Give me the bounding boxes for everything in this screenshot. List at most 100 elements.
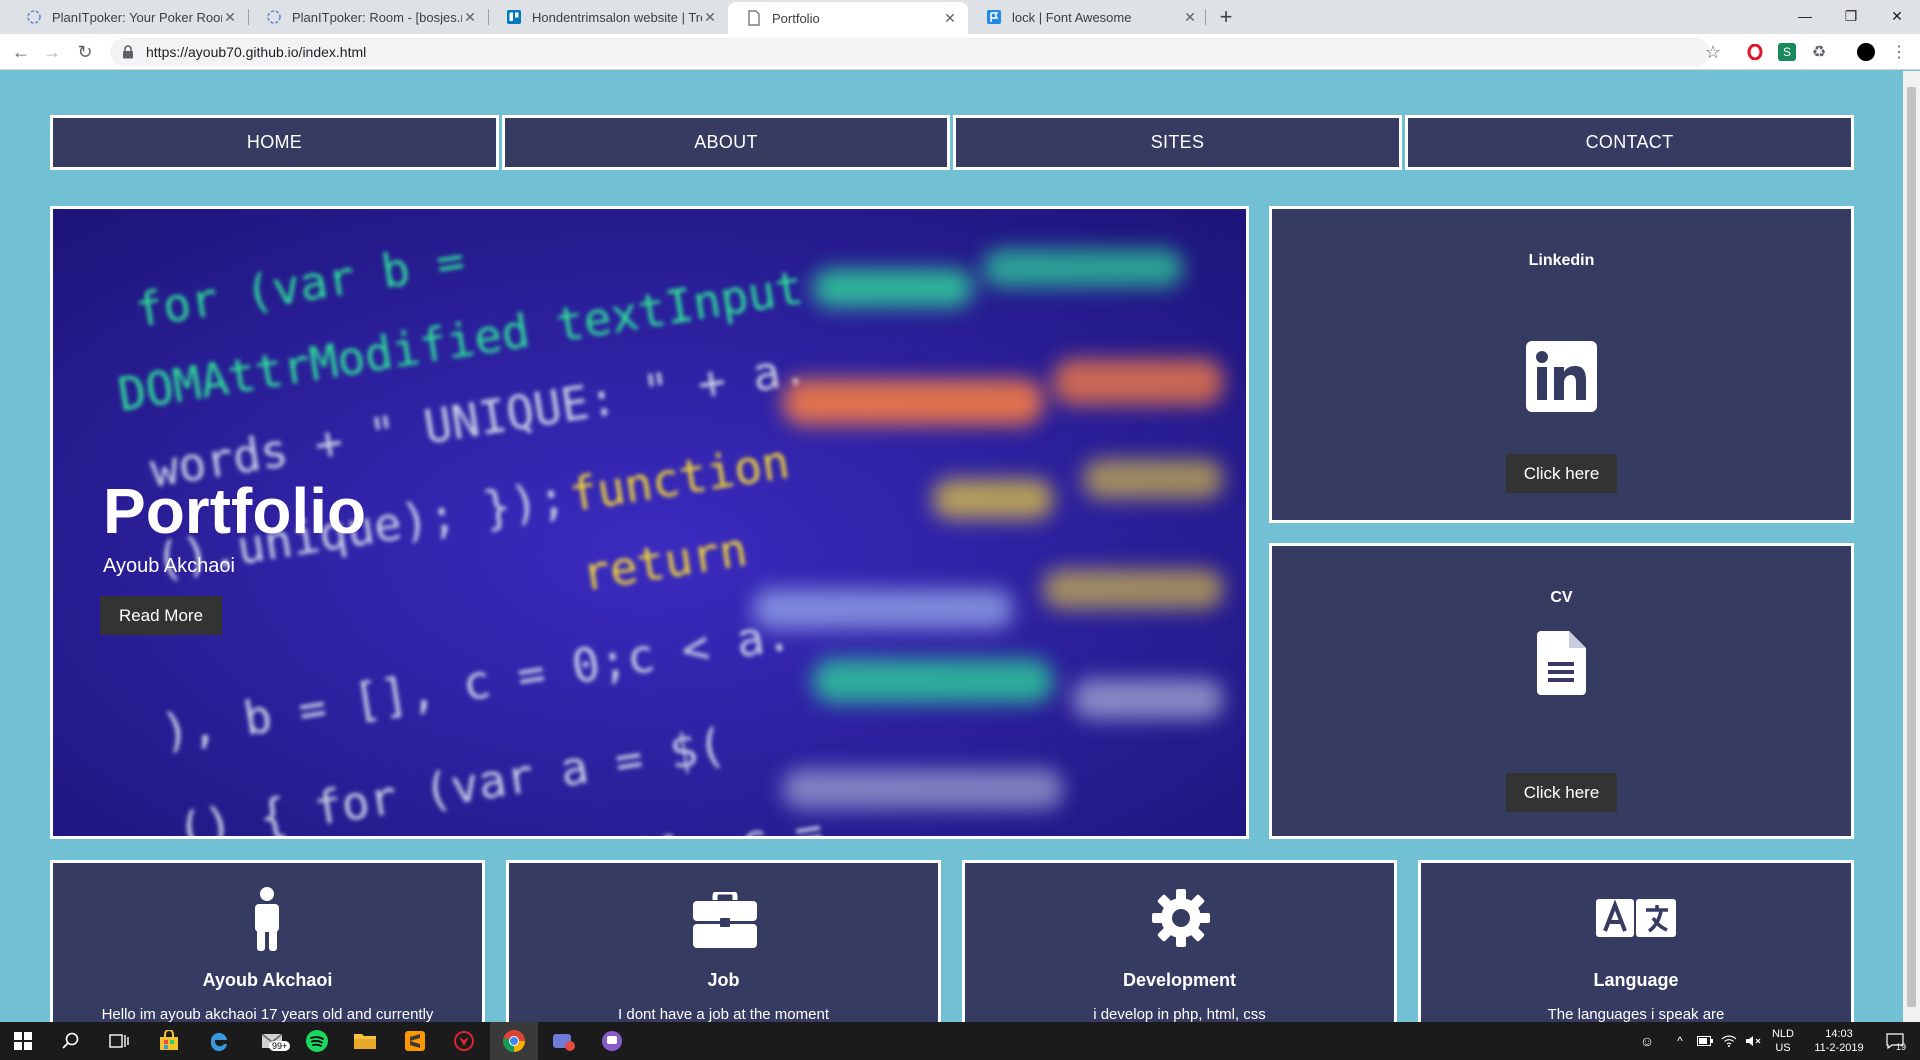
tab-title: PlanITpoker: Your Poker Rooms [52,9,222,25]
development-card: Development i develop in php, html, css [962,860,1397,1023]
card-text: Hello im ayoub akchaoi 17 years old and … [101,1006,434,1023]
card-title: Language [1593,970,1679,990]
tab-title: lock | Font Awesome [1012,9,1132,25]
profile-avatar[interactable] [1857,43,1875,61]
font-awesome-icon [986,9,1002,25]
language-code: NLD [1771,1028,1794,1040]
store-icon[interactable] [155,1027,183,1055]
minimize-button[interactable]: — [1782,0,1828,32]
card-text: I dont have a job at the moment [618,1006,829,1023]
close-window-button[interactable]: ✕ [1874,0,1920,32]
reload-button[interactable]: ↻ [73,40,97,64]
nav-sites-button[interactable]: SITES [953,115,1402,170]
card-text: i develop in php, html, css [1093,1006,1266,1023]
nav-about-button[interactable]: ABOUT [502,115,950,170]
browser-tab[interactable]: lock | Font Awesome ✕ [968,0,1208,34]
volume-icon[interactable] [1744,1022,1762,1060]
linkedin-card: Linkedin Click here [1269,206,1854,523]
card-text: The languages i speak are [1547,1006,1725,1023]
mail-badge: 99+ [269,1041,291,1051]
browser-tab-active[interactable]: Portfolio ✕ [728,2,968,34]
s-extension-icon[interactable]: S [1778,43,1796,61]
cv-card: CV Click here [1269,543,1854,839]
language-card: Language The languages i speak are [1418,860,1854,1023]
new-tab-button[interactable]: + [1214,4,1238,29]
games-app-icon[interactable] [549,1027,577,1055]
search-icon[interactable] [57,1027,85,1055]
browser-tab[interactable]: Hondentrimsalon website | Trello ✕ [488,0,728,34]
sublime-text-icon[interactable] [401,1027,429,1055]
browser-tab-bar: PlanITpoker: Your Poker Rooms ✕ PlanITpo… [0,0,1920,34]
browser-tab[interactable]: PlanITpoker: Your Poker Rooms ✕ [8,0,248,34]
spotify-icon[interactable] [303,1027,331,1055]
close-icon[interactable]: ✕ [462,9,478,25]
chat-app-icon[interactable] [598,1027,626,1055]
page-content: HOME ABOUT SITES CONTACT for (var b = DO… [0,71,1920,1023]
gear-icon [1150,887,1212,949]
address-bar[interactable]: https://ayoub70.github.io/index.html [110,38,1710,66]
person-icon [247,887,287,951]
trello-icon [506,9,522,25]
hero-banner: for (var b = DOMAttrModified textInput w… [50,206,1249,839]
people-icon[interactable]: ☺ [1636,1022,1658,1060]
dragon-app-icon[interactable] [450,1027,478,1055]
language-icon [1594,897,1678,939]
card-title: Development [1122,970,1237,990]
browser-toolbar: ← → ↻ https://ayoub70.github.io/index.ht… [0,34,1920,70]
battery-icon[interactable] [1696,1022,1714,1060]
read-more-button[interactable]: Read More [100,596,222,635]
nav-contact-button[interactable]: CONTACT [1405,115,1854,170]
wifi-icon[interactable] [1720,1022,1738,1060]
card-title: Ayoub Akchaoi [202,970,333,990]
browser-tab[interactable]: PlanITpoker: Room - [bosjes.nl] ✕ [248,0,488,34]
file-explorer-icon[interactable] [351,1027,379,1055]
back-button[interactable]: ← [9,40,33,64]
close-icon[interactable]: ✕ [702,9,718,25]
file-icon [1536,631,1587,695]
forward-button[interactable]: → [40,40,64,64]
tab-title: Portfolio [772,10,820,26]
chrome-icon[interactable] [500,1027,528,1055]
linkedin-icon [1526,341,1597,412]
task-view-icon[interactable] [105,1027,133,1055]
chevron-up-icon[interactable]: ^ [1672,1022,1688,1060]
notifications-icon[interactable]: 19 [1880,1022,1910,1060]
more-menu-icon[interactable]: ⋮ [1890,43,1908,61]
card-title: CV [1550,589,1573,606]
hero-subtitle: Ayoub Akchaoi [103,555,235,577]
restore-button[interactable]: ❐ [1828,0,1874,32]
job-card: Job I dont have a job at the moment [506,860,941,1023]
nav-home-button[interactable]: HOME [50,115,499,170]
url-text: https://ayoub70.github.io/index.html [146,44,367,60]
linkedin-click-button[interactable]: Click here [1506,454,1617,493]
clock-time: 14:03 [1825,1028,1853,1040]
briefcase-icon [692,891,758,949]
mail-icon[interactable]: 99+ [255,1027,291,1055]
tab-title: PlanITpoker: Room - [bosjes.nl] [292,9,462,25]
windows-start-icon[interactable] [9,1027,37,1055]
close-icon[interactable]: ✕ [942,10,958,26]
windows-taskbar: 99+ ☺ ^ NLD US 14:03 11-2-2019 19 [0,1022,1920,1060]
card-title: Linkedin [1528,252,1595,269]
tab-separator [1205,9,1206,25]
scrollbar-thumb[interactable] [1907,87,1916,1007]
card-title: Job [707,970,740,990]
clock-date: 11-2-2019 [1814,1042,1864,1054]
opera-extension-icon[interactable] [1746,43,1764,61]
planitpoker-icon [26,9,42,25]
tab-title: Hondentrimsalon website | Trello [532,9,702,25]
clock[interactable]: 14:03 11-2-2019 [1806,1022,1872,1060]
region-code: US [1775,1042,1791,1054]
cv-click-button[interactable]: Click here [1506,773,1617,812]
lock-icon [122,45,136,59]
recycle-icon[interactable]: ♻ [1810,43,1828,61]
close-icon[interactable]: ✕ [1182,9,1198,25]
close-icon[interactable]: ✕ [222,9,238,25]
input-language[interactable]: NLD US [1768,1022,1798,1060]
edge-icon[interactable] [205,1027,233,1055]
planitpoker-icon [266,9,282,25]
page-scrollbar[interactable] [1903,71,1920,1023]
page-icon [746,10,762,26]
hero-title: Portfolio [103,475,367,547]
star-icon[interactable]: ☆ [1704,42,1722,62]
